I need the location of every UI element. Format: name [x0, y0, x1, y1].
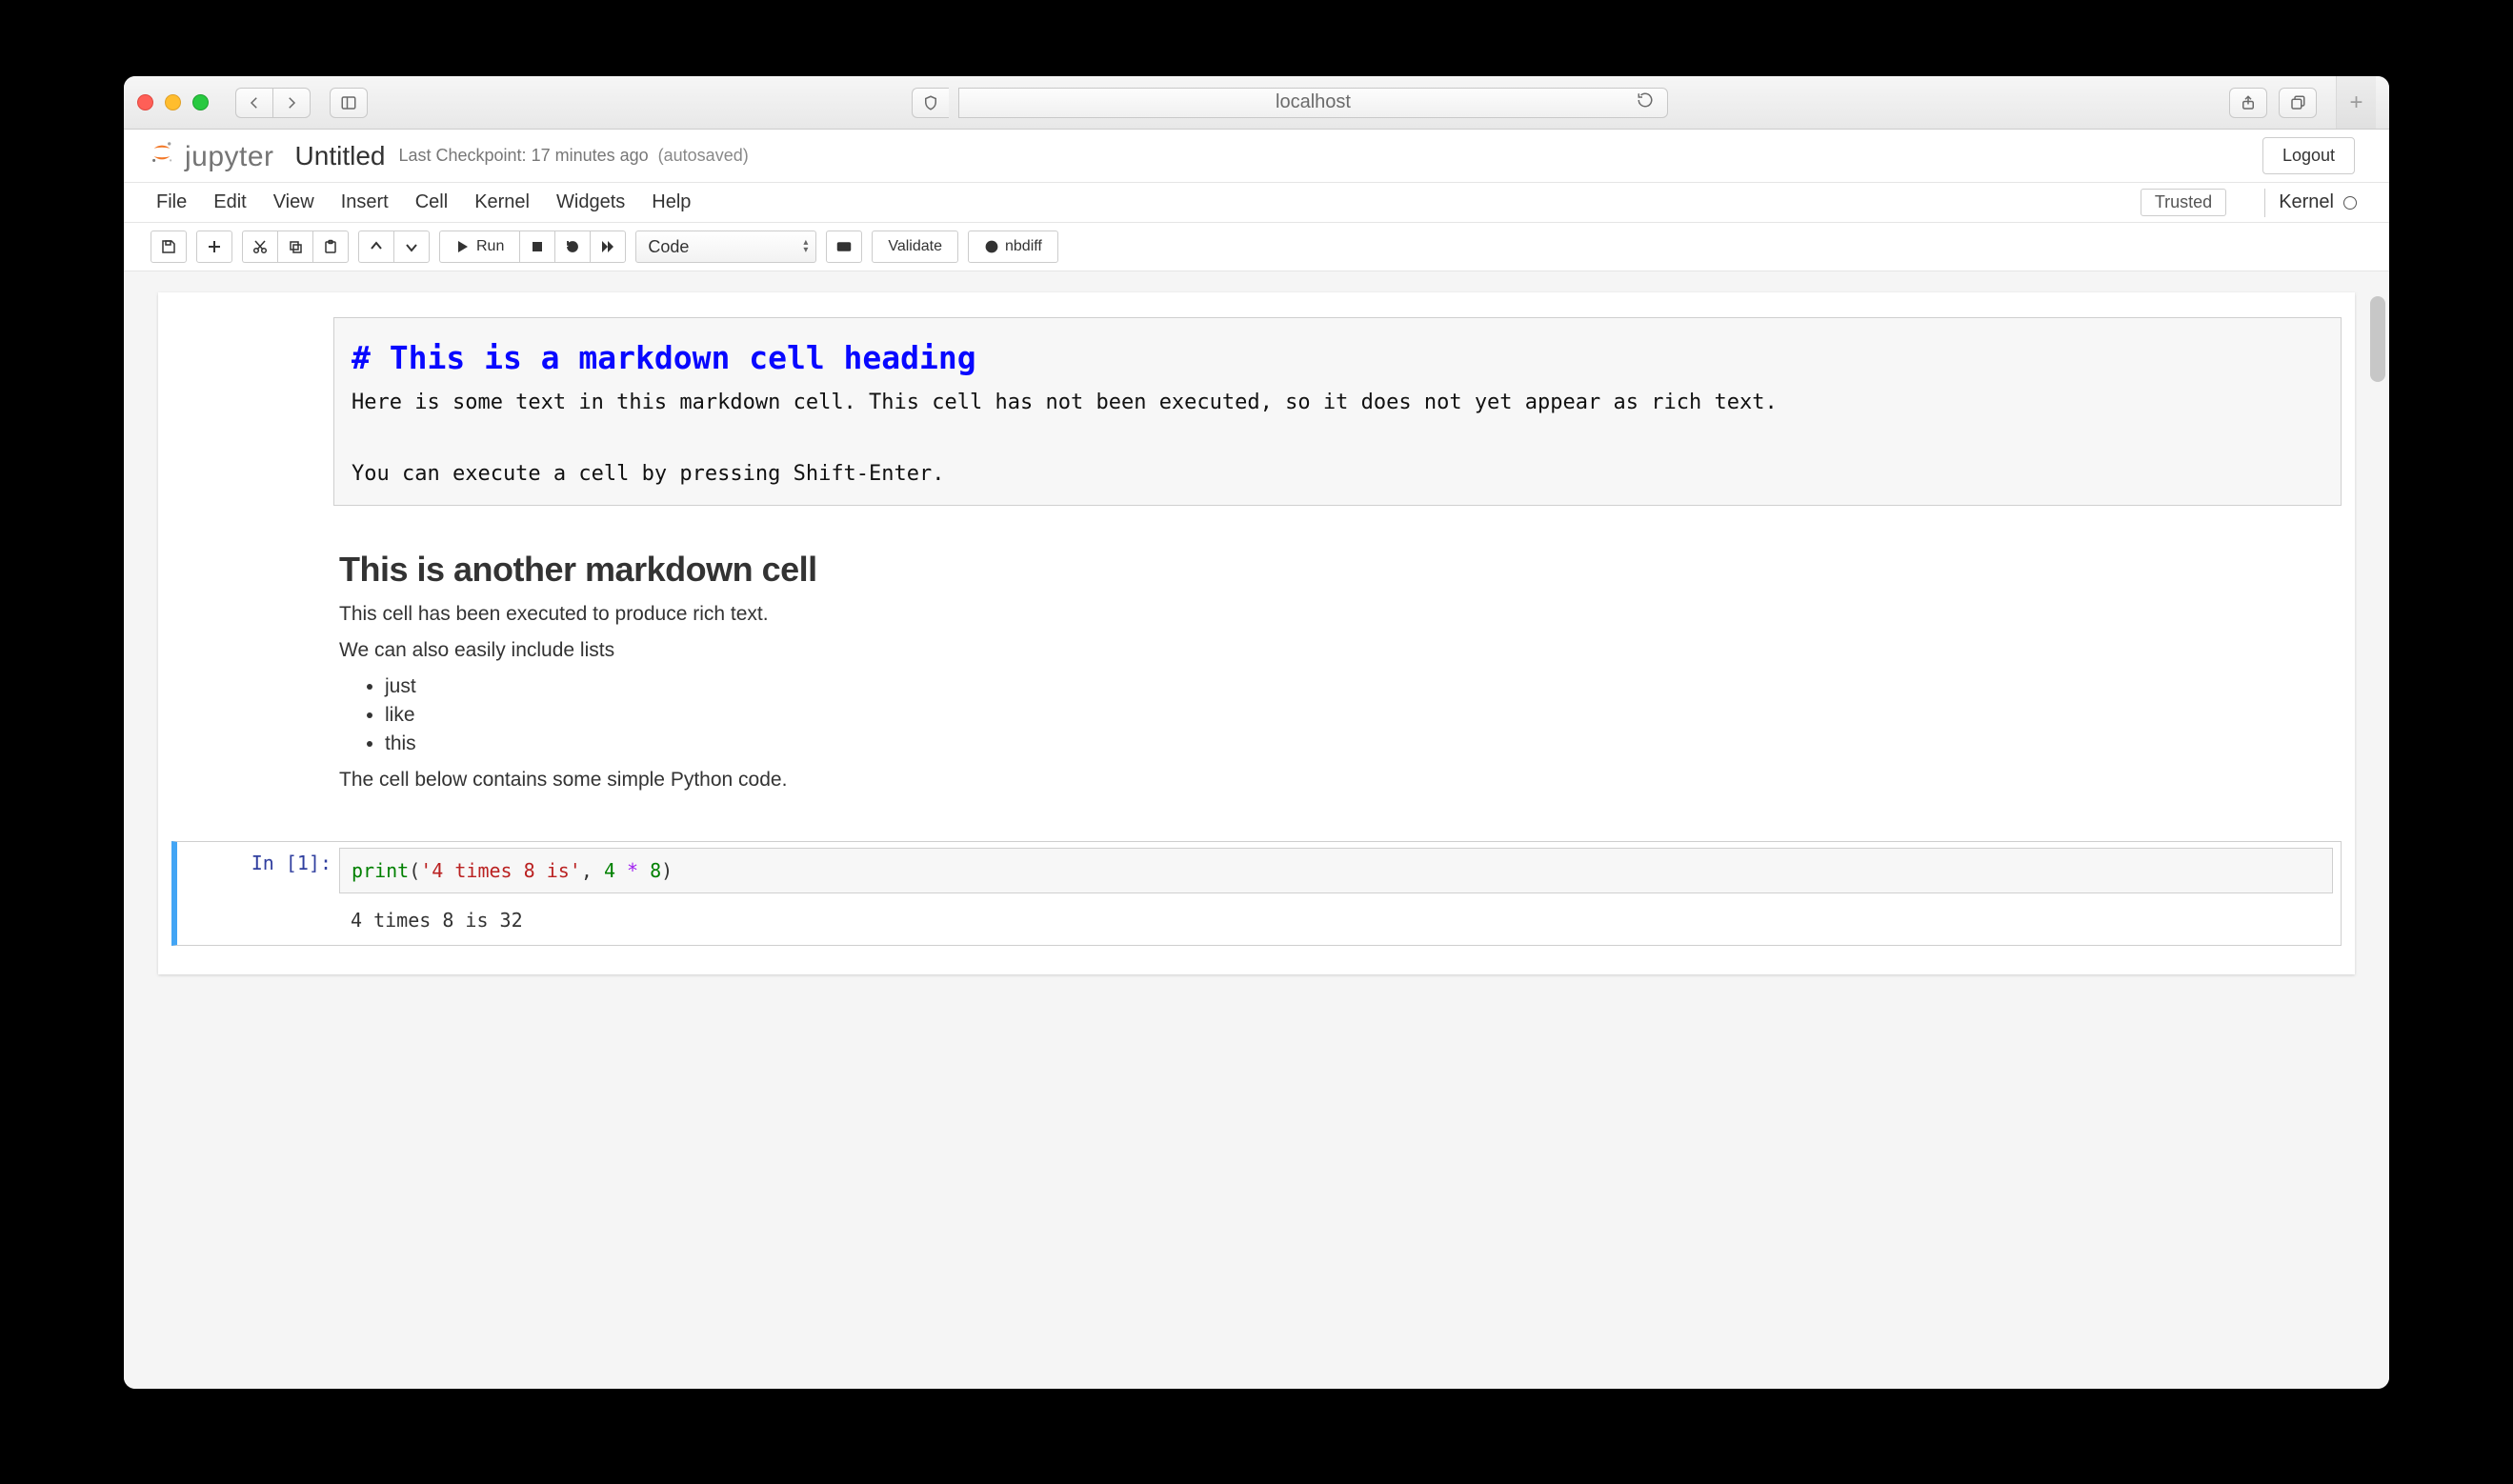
rendered-p3: The cell below contains some simple Pyth… — [339, 769, 2336, 792]
code-editor[interactable]: print('4 times 8 is', 4 * 8) — [339, 848, 2333, 893]
privacy-shield-button[interactable] — [912, 88, 949, 118]
save-button[interactable] — [151, 231, 187, 263]
rendered-p2: We can also easily include lists — [339, 639, 2336, 662]
code-prompt: In [1]: — [177, 842, 339, 945]
jupyter-logo[interactable]: jupyter — [149, 139, 274, 173]
move-down-button[interactable] — [393, 231, 430, 263]
menu-kernel[interactable]: Kernel — [474, 182, 556, 223]
browser-window: localhost + jupyter Untitled Last Checkp… — [124, 76, 2389, 1389]
jupyter-header: jupyter Untitled Last Checkpoint: 17 min… — [124, 130, 2389, 183]
reload-icon[interactable] — [1637, 91, 1654, 114]
right-toolbar-group — [2229, 88, 2317, 118]
nav-back-forward — [235, 88, 311, 118]
token-num: 8 — [650, 859, 661, 882]
token-num: 4 — [604, 859, 615, 882]
autosave-text: (autosaved) — [658, 146, 749, 166]
address-bar[interactable]: localhost — [958, 88, 1669, 118]
markdown-rendered-content: This is another markdown cell This cell … — [333, 513, 2342, 812]
token-op: * — [615, 859, 650, 882]
scrollbar-thumb[interactable] — [2370, 296, 2385, 382]
cell-prompt-empty — [171, 513, 333, 812]
command-palette-button[interactable] — [826, 231, 862, 263]
nbdiff-button[interactable]: nbdiff — [968, 231, 1058, 263]
menu-edit[interactable]: Edit — [213, 182, 272, 223]
cut-button[interactable] — [242, 231, 277, 263]
interrupt-button[interactable] — [519, 231, 554, 263]
token-kw: print — [352, 859, 409, 882]
cut-copy-paste-group — [242, 231, 349, 263]
paste-button[interactable] — [312, 231, 349, 263]
markdown-source-editor[interactable]: # This is a markdown cell heading Here i… — [333, 317, 2342, 506]
browser-titlebar: localhost + — [124, 76, 2389, 130]
rendered-p1: This cell has been executed to produce r… — [339, 603, 2336, 626]
menu-view[interactable]: View — [273, 182, 341, 223]
select-arrows-icon: ▴▾ — [803, 239, 808, 254]
notebook-title[interactable]: Untitled — [295, 141, 386, 171]
kernel-label: Kernel — [2279, 191, 2334, 213]
list-item: just — [385, 675, 2336, 698]
md-line-3: You can execute a cell by pressing Shift… — [352, 456, 2323, 491]
cell-type-select[interactable]: Code ▴▾ — [635, 231, 816, 263]
notebook-scroll-area[interactable]: # This is a markdown cell heading Here i… — [124, 271, 2389, 1389]
menu-widgets[interactable]: Widgets — [556, 182, 652, 223]
menu-cell[interactable]: Cell — [415, 182, 474, 223]
code-cell[interactable]: In [1]: print('4 times 8 is', 4 * 8) 4 t… — [171, 841, 2342, 946]
menubar: File Edit View Insert Cell Kernel Widget… — [124, 183, 2389, 223]
jupyter-logo-icon — [149, 139, 175, 166]
rendered-list: just like this — [385, 675, 2336, 755]
code-output: 4 times 8 is 32 — [339, 899, 2341, 945]
add-cell-button[interactable] — [196, 231, 232, 263]
kernel-indicator: Kernel — [2264, 189, 2357, 217]
run-group: Run — [439, 231, 626, 263]
menu-file[interactable]: File — [156, 182, 213, 223]
copy-button[interactable] — [277, 231, 312, 263]
move-cell-group — [358, 231, 430, 263]
new-tab-button[interactable]: + — [2336, 76, 2376, 129]
rendered-h1: This is another markdown cell — [339, 550, 2336, 590]
list-item: like — [385, 704, 2336, 727]
move-up-button[interactable] — [358, 231, 393, 263]
md-line-2: Here is some text in this markdown cell.… — [352, 385, 2323, 420]
back-button[interactable] — [235, 88, 272, 118]
menu-help[interactable]: Help — [652, 182, 717, 223]
menu-insert[interactable]: Insert — [341, 182, 415, 223]
trusted-badge[interactable]: Trusted — [2141, 189, 2226, 216]
md-heading-line: # This is a markdown cell heading — [352, 331, 2323, 385]
kernel-status-icon — [2343, 196, 2357, 210]
validate-button[interactable]: Validate — [872, 231, 958, 263]
markdown-source-cell[interactable]: # This is a markdown cell heading Here i… — [171, 313, 2342, 510]
share-button[interactable] — [2229, 88, 2267, 118]
cell-type-value: Code — [648, 237, 689, 257]
sidebar-toggle-button[interactable] — [330, 88, 368, 118]
url-text: localhost — [1276, 91, 1351, 113]
notebook-container: # This is a markdown cell heading Here i… — [158, 292, 2355, 974]
toolbar: Run Code ▴▾ Validate nbdiff — [124, 223, 2389, 271]
forward-button[interactable] — [272, 88, 311, 118]
zoom-window-icon[interactable] — [192, 94, 209, 110]
minimize-window-icon[interactable] — [165, 94, 181, 110]
checkpoint-text: Last Checkpoint: 17 minutes ago — [398, 146, 648, 166]
tabs-button[interactable] — [2279, 88, 2317, 118]
list-item: this — [385, 732, 2336, 755]
window-controls — [137, 94, 209, 110]
cell-prompt-empty — [171, 317, 333, 506]
restart-run-all-button[interactable] — [590, 231, 626, 263]
markdown-rendered-cell[interactable]: This is another markdown cell This cell … — [171, 510, 2342, 816]
logout-button[interactable]: Logout — [2262, 137, 2355, 174]
jupyter-logo-text: jupyter — [185, 141, 274, 173]
token-str: '4 times 8 is' — [420, 859, 581, 882]
run-button[interactable]: Run — [439, 231, 519, 263]
restart-button[interactable] — [554, 231, 590, 263]
close-window-icon[interactable] — [137, 94, 153, 110]
